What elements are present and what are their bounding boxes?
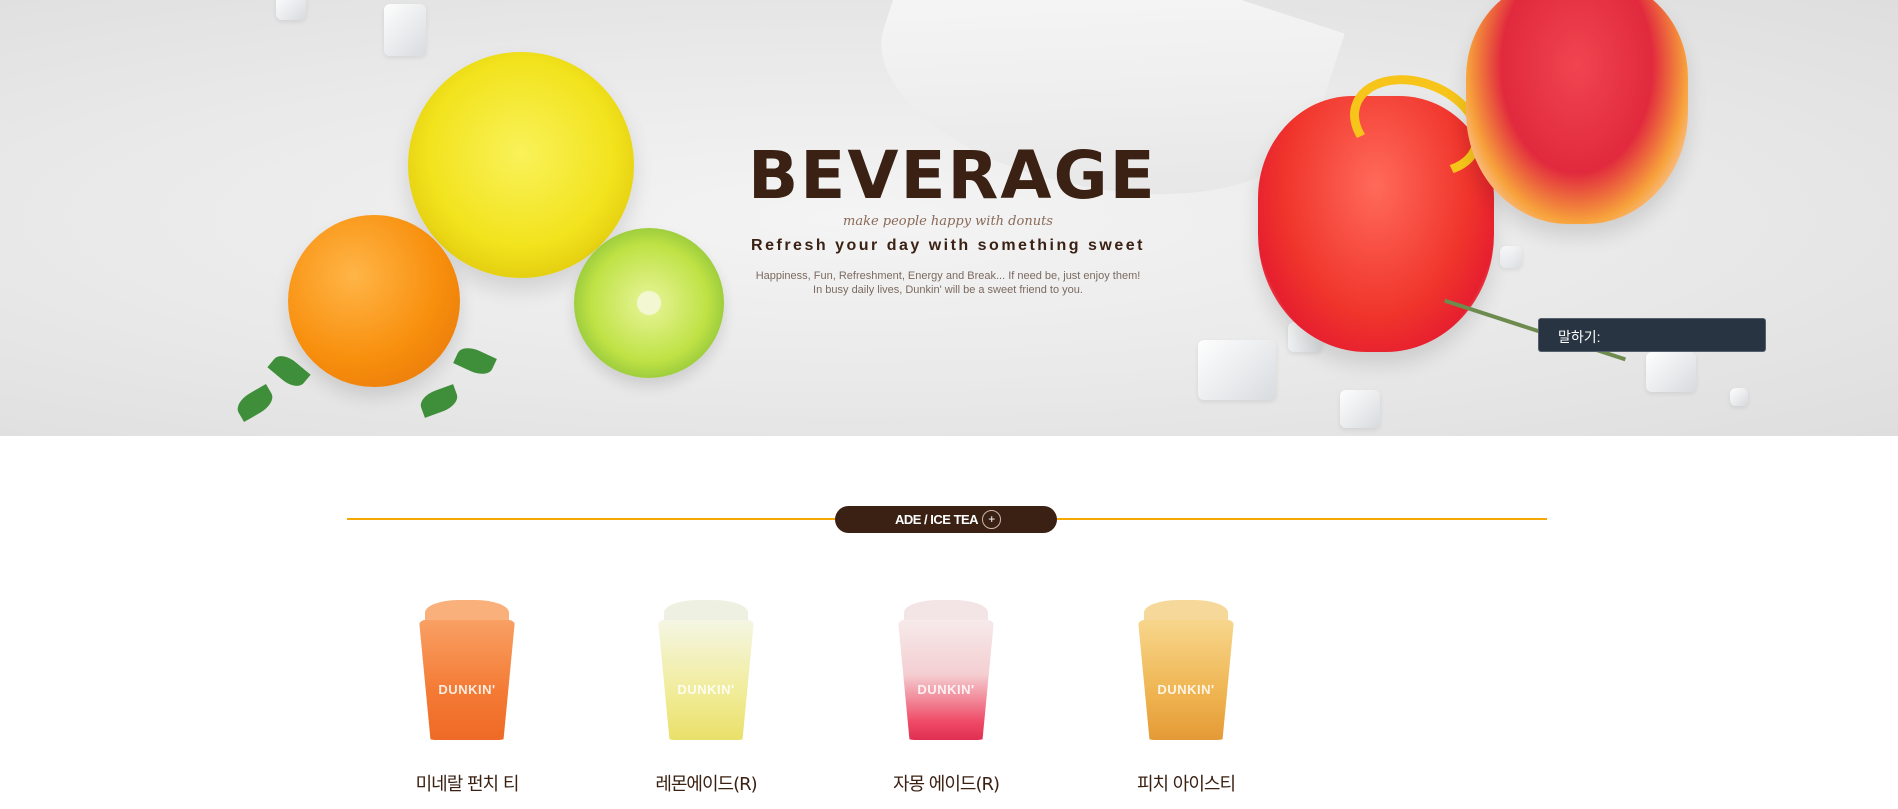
product-card[interactable]: DUNKIN' 미네랄 펀치 티	[377, 600, 557, 796]
ice-cube-decoration	[1500, 246, 1522, 268]
mint-leaf-decoration	[233, 383, 277, 423]
hero-copy: BEVERAGE make people happy with donuts R…	[748, 137, 1157, 297]
ice-cube-decoration	[1198, 340, 1276, 400]
category-tab-ade-ice-tea[interactable]: ADE / ICE TEA +	[835, 506, 1057, 533]
watermelon-drink-cup-image	[1466, 0, 1688, 224]
product-card[interactable]: DUNKIN' 피치 아이스티	[1096, 600, 1276, 796]
hero-subtitle: Refresh your day with something sweet	[751, 237, 1145, 254]
mint-leaf-decoration	[453, 343, 497, 379]
dunkin-logo-text: DUNKIN'	[677, 682, 735, 697]
product-name[interactable]: 미네랄 펀치 티	[377, 770, 557, 796]
lemon-slush-cup-image	[408, 52, 634, 278]
dunkin-logo-text: DUNKIN'	[1157, 682, 1215, 697]
hero-title: BEVERAGE	[748, 137, 1157, 214]
product-image[interactable]: DUNKIN'	[656, 600, 756, 746]
product-image[interactable]: DUNKIN'	[896, 600, 996, 746]
product-name[interactable]: 자몽 에이드(R)	[856, 770, 1036, 796]
lime-slice-image	[574, 228, 724, 378]
hero-description-line: Happiness, Fun, Refreshment, Energy and …	[755, 270, 1141, 282]
orange-image	[288, 215, 460, 387]
hero-description: Happiness, Fun, Refreshment, Energy and …	[748, 269, 1148, 297]
product-name[interactable]: 레몬에이드(R)	[616, 770, 796, 796]
drink-glass	[419, 620, 515, 740]
speak-input-box[interactable]: 말하기:	[1538, 318, 1766, 352]
speak-label: 말하기:	[1558, 329, 1601, 345]
drink-glass	[1138, 620, 1234, 740]
product-card[interactable]: DUNKIN' 레몬에이드(R)	[616, 600, 796, 796]
drink-glass	[898, 620, 994, 740]
drink-glass	[658, 620, 754, 740]
plus-icon[interactable]: +	[982, 510, 1001, 529]
ice-cube-decoration	[276, 0, 306, 20]
hero-banner: BEVERAGE make people happy with donuts R…	[0, 0, 1898, 436]
dunkin-logo-text: DUNKIN'	[917, 682, 975, 697]
product-name[interactable]: 피치 아이스티	[1096, 770, 1276, 796]
ice-cube-decoration	[1730, 388, 1748, 406]
category-label: ADE / ICE TEA	[895, 512, 979, 527]
hero-description-line: In busy daily lives, Dunkin' will be a s…	[813, 284, 1083, 296]
mint-leaf-decoration	[267, 350, 311, 392]
mint-leaf-decoration	[417, 384, 461, 418]
product-image[interactable]: DUNKIN'	[417, 600, 517, 746]
dunkin-logo-text: DUNKIN'	[438, 682, 496, 697]
ice-cube-decoration	[384, 4, 426, 56]
hero-script-tagline: make people happy with donuts	[843, 214, 1053, 229]
ice-cube-decoration	[1646, 352, 1696, 392]
ice-cube-decoration	[1340, 390, 1380, 428]
product-image[interactable]: DUNKIN'	[1136, 600, 1236, 746]
product-card[interactable]: DUNKIN' 자몽 에이드(R)	[856, 600, 1036, 796]
